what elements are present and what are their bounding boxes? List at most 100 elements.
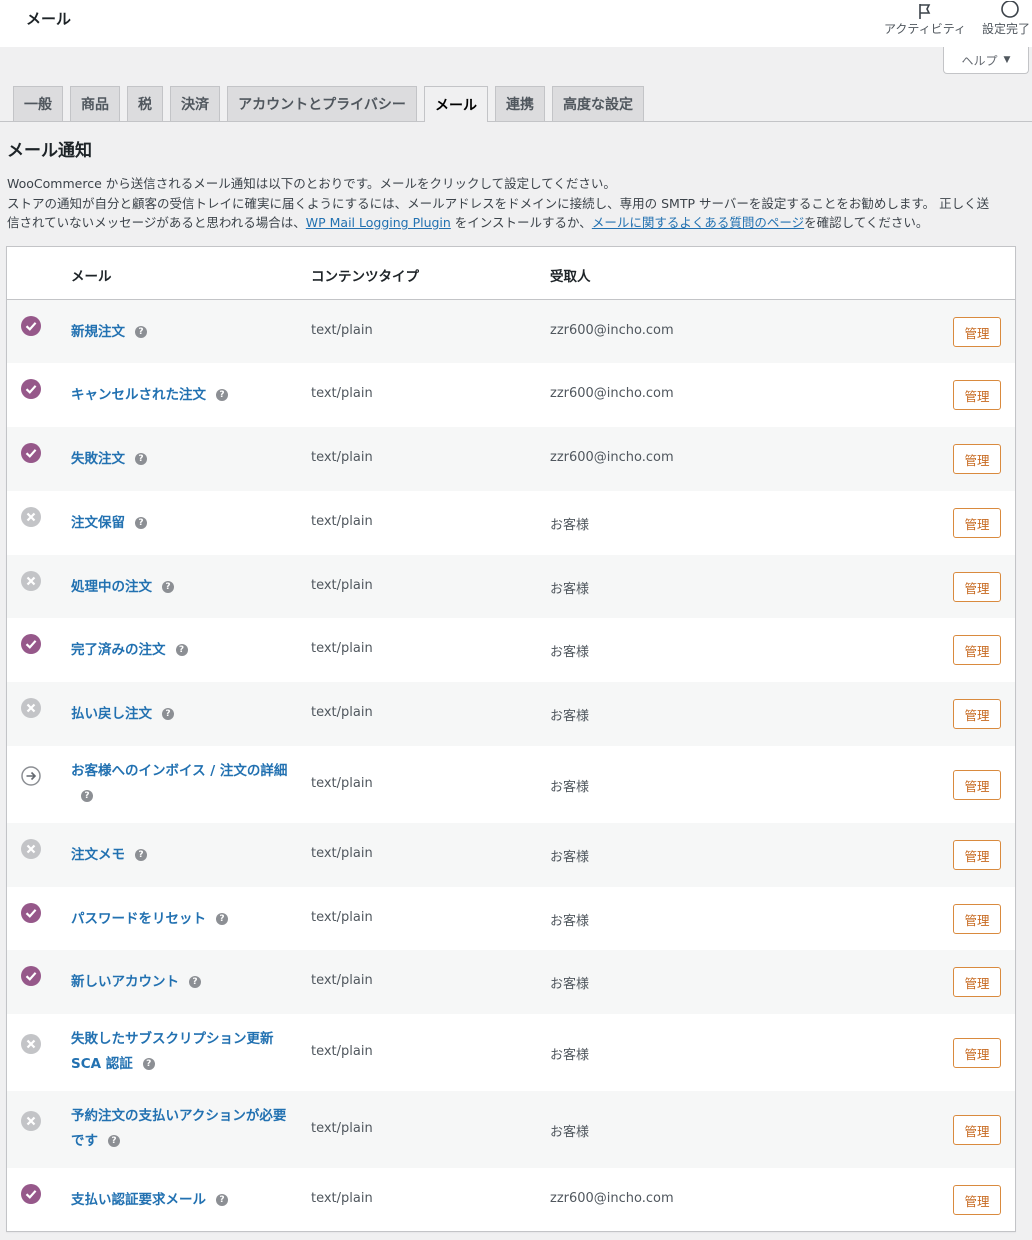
email-name[interactable]: 払い戻し注文 xyxy=(71,706,152,722)
email-name-link[interactable]: 注文メモ? xyxy=(71,843,291,868)
description-text: を確認してください。 xyxy=(804,215,929,230)
enabled-check-icon xyxy=(21,634,41,654)
activity-label: アクティビティ xyxy=(884,22,966,36)
manage-button[interactable]: 管理 xyxy=(953,444,1001,474)
help-tooltip-icon[interactable]: ? xyxy=(135,326,147,338)
email-name[interactable]: 支払い認証要求メール xyxy=(71,1192,206,1208)
email-name[interactable]: 失敗注文 xyxy=(71,451,125,467)
setup-button[interactable]: 設定完了 xyxy=(982,0,1032,37)
description-text: をインストールするか、 xyxy=(450,215,592,230)
content-type: text/plain xyxy=(311,846,373,861)
disabled-x-icon xyxy=(21,1034,41,1054)
email-name-link[interactable]: 払い戻し注文? xyxy=(71,702,291,727)
manage-button[interactable]: 管理 xyxy=(953,699,1001,729)
tab-tax[interactable]: 税 xyxy=(127,86,163,121)
tab-advanced[interactable]: 高度な設定 xyxy=(552,86,644,121)
content-type: text/plain xyxy=(311,641,373,656)
email-notifications-table: メール コンテンツタイプ 受取人 新規注文? text/plain zzr600@i… xyxy=(6,246,1016,1232)
content-type: text/plain xyxy=(311,776,373,791)
tab-integration[interactable]: 連携 xyxy=(495,86,545,121)
table-row: キャンセルされた注文? text/plain zzr600@incho.com 管理 xyxy=(7,363,1015,427)
manage-button[interactable]: 管理 xyxy=(953,1185,1001,1215)
table-body: 新規注文? text/plain zzr600@incho.com 管理 キャンセルされ… xyxy=(7,300,1015,1231)
help-tooltip-icon[interactable]: ? xyxy=(108,1135,120,1147)
help-tooltip-icon[interactable]: ? xyxy=(81,790,93,802)
table-row: パスワードをリセット? text/plain お客様 管理 xyxy=(7,887,1015,950)
tab-accounts-privacy[interactable]: アカウントとプライバシー xyxy=(227,86,417,121)
content-type: text/plain xyxy=(311,578,373,593)
disabled-x-icon xyxy=(21,571,41,591)
email-name-link[interactable]: 失敗注文? xyxy=(71,447,291,472)
content-type: text/plain xyxy=(311,386,373,401)
email-name[interactable]: パスワードをリセット xyxy=(71,911,206,927)
email-name-link[interactable]: 新しいアカウント? xyxy=(71,970,291,995)
email-name[interactable]: 新しいアカウント xyxy=(71,974,179,990)
email-name[interactable]: お客様へのインボイス / 注文の詳細 xyxy=(71,763,287,779)
tab-products[interactable]: 商品 xyxy=(70,86,120,121)
help-tooltip-icon[interactable]: ? xyxy=(175,644,188,656)
tab-general[interactable]: 一般 xyxy=(13,86,63,121)
help-tooltip-icon[interactable]: ? xyxy=(216,1194,228,1206)
table-row: 処理中の注文? text/plain お客様 管理 xyxy=(7,555,1015,618)
help-button[interactable]: ヘルプ ▼ xyxy=(943,47,1029,74)
help-label: ヘルプ xyxy=(961,53,998,68)
recipient: お客様 xyxy=(550,780,590,795)
help-tooltip-icon[interactable]: ? xyxy=(216,913,228,925)
table-row: 注文メモ? text/plain お客様 管理 xyxy=(7,823,1015,887)
email-name[interactable]: 新規注文 xyxy=(71,324,125,340)
recipient: お客様 xyxy=(550,645,590,660)
manage-button[interactable]: 管理 xyxy=(953,572,1001,602)
help-tooltip-icon[interactable]: ? xyxy=(142,1058,155,1070)
manage-button[interactable]: 管理 xyxy=(953,380,1001,410)
email-name-link[interactable]: お客様へのインボイス / 注文の詳細? xyxy=(71,759,291,809)
caret-down-icon: ▼ xyxy=(1003,55,1011,65)
email-name[interactable]: 処理中の注文 xyxy=(71,579,152,595)
email-name-link[interactable]: 完了済みの注文? xyxy=(71,638,291,663)
help-tooltip-icon[interactable]: ? xyxy=(135,849,147,861)
manage-button[interactable]: 管理 xyxy=(953,1038,1001,1068)
manage-button[interactable]: 管理 xyxy=(953,508,1001,538)
manage-button[interactable]: 管理 xyxy=(953,904,1001,934)
email-name-link[interactable]: パスワードをリセット? xyxy=(71,907,291,932)
email-name[interactable]: 注文メモ xyxy=(71,847,125,863)
email-name-link[interactable]: キャンセルされた注文? xyxy=(71,383,291,408)
email-name-link[interactable]: 失敗したサブスクリプション更新 SCA 認証? xyxy=(71,1027,291,1077)
description-line: 信されていないメッセージがあると思われる場合は、WP Mail Logging … xyxy=(7,213,1029,233)
email-name-link[interactable]: 予約注文の支払いアクションが必要です? xyxy=(71,1104,291,1154)
manual-arrow-icon xyxy=(21,766,41,786)
section-title: メール通知 xyxy=(7,141,92,161)
help-tooltip-icon[interactable]: ? xyxy=(135,517,147,529)
page-title: メール xyxy=(26,10,72,28)
email-faq-link[interactable]: メールに関するよくある質問のページ xyxy=(592,215,804,230)
email-name-link[interactable]: 処理中の注文? xyxy=(71,575,291,600)
manage-button[interactable]: 管理 xyxy=(953,317,1001,347)
tab-emails[interactable]: メール xyxy=(424,86,488,122)
content-type: text/plain xyxy=(311,910,373,925)
manage-button[interactable]: 管理 xyxy=(953,770,1001,800)
email-name-link[interactable]: 新規注文? xyxy=(71,320,291,345)
content-type: text/plain xyxy=(311,705,373,720)
manage-button[interactable]: 管理 xyxy=(953,635,1001,665)
wp-mail-logging-link[interactable]: WP Mail Logging Plugin xyxy=(306,215,451,230)
email-name[interactable]: 予約注文の支払いアクションが必要です xyxy=(71,1108,286,1149)
tab-payments[interactable]: 決済 xyxy=(170,86,220,121)
help-tooltip-icon[interactable]: ? xyxy=(216,389,228,401)
table-row: 注文保留? text/plain お客様 管理 xyxy=(7,491,1015,555)
email-name-link[interactable]: 支払い認証要求メール? xyxy=(71,1188,291,1213)
content-type: text/plain xyxy=(311,323,373,338)
recipient: お客様 xyxy=(550,850,590,865)
manage-button[interactable]: 管理 xyxy=(953,840,1001,870)
help-tooltip-icon[interactable]: ? xyxy=(162,708,174,720)
manage-button[interactable]: 管理 xyxy=(953,967,1001,997)
help-tooltip-icon[interactable]: ? xyxy=(135,453,147,465)
manage-button[interactable]: 管理 xyxy=(953,1115,1001,1145)
help-tooltip-icon[interactable]: ? xyxy=(189,976,201,988)
email-name[interactable]: 完了済みの注文 xyxy=(71,642,166,658)
email-name[interactable]: 失敗したサブスクリプション更新 SCA 認証 xyxy=(71,1031,274,1072)
email-name[interactable]: キャンセルされた注文 xyxy=(71,387,206,403)
email-name-link[interactable]: 注文保留? xyxy=(71,511,291,536)
email-name[interactable]: 注文保留 xyxy=(71,515,125,531)
activity-button[interactable]: アクティビティ xyxy=(878,0,972,37)
flag-icon xyxy=(878,0,972,19)
help-tooltip-icon[interactable]: ? xyxy=(162,581,174,593)
